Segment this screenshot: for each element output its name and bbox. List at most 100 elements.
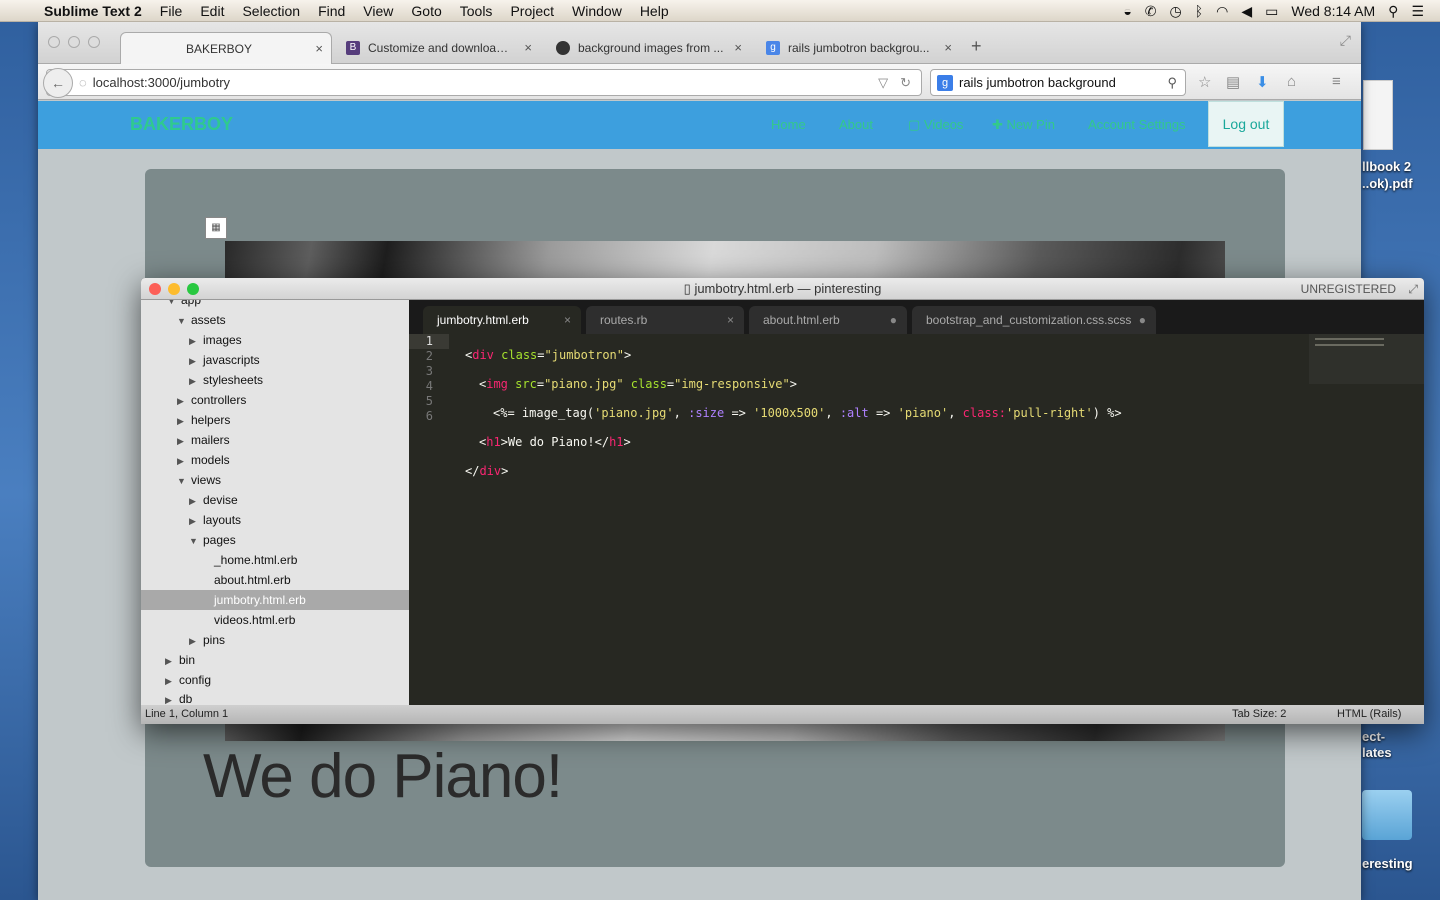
- bookmark-star-icon[interactable]: ☆: [1198, 73, 1211, 91]
- logout-button[interactable]: Log out: [1208, 101, 1284, 147]
- sublime-close-button[interactable]: [149, 283, 161, 295]
- back-arrow-icon[interactable]: ←: [43, 67, 73, 98]
- close-tab-icon[interactable]: ×: [524, 40, 532, 55]
- tree-item-bin[interactable]: ▶ bin: [141, 650, 409, 670]
- close-window-button[interactable]: [48, 36, 60, 48]
- desktop-label-templates[interactable]: ect-: [1362, 729, 1385, 744]
- sublime-minimize-button[interactable]: [168, 283, 180, 295]
- notification-center-icon[interactable]: ☰: [1411, 3, 1424, 20]
- menu-app-name[interactable]: Sublime Text 2: [40, 3, 151, 19]
- close-tab-icon[interactable]: ×: [315, 41, 323, 56]
- bookmarks-menu-icon[interactable]: ▤: [1226, 73, 1240, 91]
- tree-item-javascripts[interactable]: ▶ javascripts: [141, 350, 409, 370]
- close-tab-icon[interactable]: ×: [727, 306, 734, 334]
- site-identity-icon[interactable]: ◌: [79, 75, 87, 90]
- clock[interactable]: Wed 8:14 AM: [1291, 3, 1375, 19]
- tree-item-videos-file[interactable]: videos.html.erb: [141, 610, 409, 630]
- battery-icon[interactable]: ▭: [1265, 3, 1278, 20]
- reload-icon[interactable]: ↻: [900, 75, 911, 91]
- editor-tab-about[interactable]: about.html.erb ●: [749, 306, 907, 334]
- spotlight-icon[interactable]: ⚲: [1388, 3, 1398, 20]
- close-tab-icon[interactable]: ×: [944, 40, 952, 55]
- menu-help[interactable]: Help: [631, 3, 678, 19]
- browser-tab-bootstrap[interactable]: B Customize and download ... ×: [334, 32, 540, 64]
- menu-window[interactable]: Window: [563, 3, 631, 19]
- menu-selection[interactable]: Selection: [233, 3, 309, 19]
- tree-item-views[interactable]: ▼ views: [141, 470, 409, 490]
- desktop-label-pdf[interactable]: llbook 2: [1362, 159, 1411, 174]
- unsaved-dot-icon[interactable]: ●: [890, 306, 897, 334]
- wifi-icon[interactable]: ◠: [1216, 3, 1228, 20]
- tree-item-db[interactable]: ▶ db: [141, 689, 409, 705]
- tree-item-models[interactable]: ▶ models: [141, 450, 409, 470]
- close-tab-icon[interactable]: ×: [734, 40, 742, 55]
- search-bar[interactable]: g rails jumbotron background ⚲: [930, 69, 1186, 96]
- tree-item-helpers[interactable]: ▶ helpers: [141, 410, 409, 430]
- menu-file[interactable]: File: [151, 3, 192, 19]
- nav-about[interactable]: About: [839, 117, 873, 132]
- new-tab-icon[interactable]: +: [971, 36, 982, 57]
- menu-goto[interactable]: Goto: [402, 3, 450, 19]
- menu-edit[interactable]: Edit: [191, 3, 233, 19]
- url-text[interactable]: localhost:3000/jumbotry: [93, 75, 878, 90]
- hamburger-menu-icon[interactable]: ≡: [1332, 73, 1341, 90]
- tree-item-jumbotry-file[interactable]: jumbotry.html.erb: [141, 590, 409, 610]
- dropdown-arrow-icon[interactable]: ▽: [878, 75, 888, 91]
- code-editor[interactable]: <div class="jumbotron"> <img src="piano.…: [465, 334, 1122, 536]
- desktop-label-pinteresting[interactable]: eresting: [1362, 856, 1413, 871]
- browser-tab-rails-jumbotron[interactable]: g rails jumbotron backgrou... ×: [754, 32, 960, 64]
- menu-view[interactable]: View: [354, 3, 402, 19]
- time-machine-icon[interactable]: ◷: [1170, 3, 1182, 20]
- tree-item-config[interactable]: ▶ config: [141, 670, 409, 690]
- tree-item-images[interactable]: ▶ images: [141, 330, 409, 350]
- desktop-label-templates-2[interactable]: lates: [1362, 745, 1392, 760]
- sublime-zoom-button[interactable]: [187, 283, 199, 295]
- desktop-label-pdf-2[interactable]: ..ok).pdf: [1362, 176, 1413, 191]
- editor-tab-routes[interactable]: routes.rb ×: [586, 306, 744, 334]
- tree-item-devise[interactable]: ▶ devise: [141, 490, 409, 510]
- pdf-file-icon[interactable]: [1363, 80, 1393, 150]
- nav-videos[interactable]: ▢ Videos: [908, 117, 963, 133]
- browser-tab-bakerboy[interactable]: BAKERBOY ×: [120, 32, 332, 64]
- browser-tab-background-images[interactable]: background images from ... ×: [544, 32, 750, 64]
- minimap[interactable]: [1309, 334, 1424, 384]
- tree-item-home-file[interactable]: _home.html.erb: [141, 550, 409, 570]
- tree-item-app[interactable]: ▼ app: [141, 300, 409, 310]
- url-bar[interactable]: ← ◌ localhost:3000/jumbotry ▽ ↻: [43, 67, 922, 98]
- close-tab-icon[interactable]: ×: [564, 306, 571, 334]
- bluetooth-icon[interactable]: ᛒ: [1195, 3, 1203, 19]
- tree-item-assets[interactable]: ▼ assets: [141, 310, 409, 330]
- tree-item-mailers[interactable]: ▶ mailers: [141, 430, 409, 450]
- nav-home[interactable]: Home: [771, 117, 806, 132]
- tree-item-about-file[interactable]: about.html.erb: [141, 570, 409, 590]
- search-icon[interactable]: ⚲: [1167, 75, 1185, 91]
- volume-icon[interactable]: ◀: [1241, 3, 1252, 20]
- site-brand[interactable]: BAKERBOY: [130, 114, 233, 135]
- unsaved-dot-icon[interactable]: ●: [1139, 306, 1146, 334]
- downloads-icon[interactable]: ⬇: [1256, 73, 1269, 91]
- minimize-window-button[interactable]: [68, 36, 80, 48]
- sublime-fullscreen-icon[interactable]: ⤢: [1408, 278, 1418, 300]
- tab-size-selector[interactable]: Tab Size: 2: [1232, 705, 1286, 724]
- tree-item-pages[interactable]: ▼ pages: [141, 530, 409, 550]
- tree-item-layouts[interactable]: ▶ layouts: [141, 510, 409, 530]
- home-icon[interactable]: ⌂: [1287, 73, 1296, 90]
- tree-item-pins[interactable]: ▶ pins: [141, 630, 409, 650]
- syntax-selector[interactable]: HTML (Rails): [1337, 705, 1401, 724]
- nav-new-pin[interactable]: ✚ New Pin: [992, 117, 1055, 133]
- nav-account-settings[interactable]: Account Settings: [1088, 117, 1186, 132]
- fullscreen-icon[interactable]: ⤢: [1340, 32, 1351, 49]
- app-status-icon[interactable]: ◒: [1123, 3, 1131, 19]
- menu-find[interactable]: Find: [309, 3, 354, 19]
- tree-item-controllers[interactable]: ▶ controllers: [141, 390, 409, 410]
- phone-icon[interactable]: ✆: [1145, 3, 1157, 20]
- zoom-window-button[interactable]: [88, 36, 100, 48]
- editor-tab-jumbotry[interactable]: jumbotry.html.erb ×: [423, 306, 581, 334]
- search-input[interactable]: rails jumbotron background: [959, 75, 1167, 90]
- google-search-icon[interactable]: g: [937, 74, 953, 91]
- menu-project[interactable]: Project: [501, 3, 563, 19]
- folder-icon[interactable]: [1362, 790, 1412, 840]
- tree-item-stylesheets[interactable]: ▶ stylesheets: [141, 370, 409, 390]
- editor-tab-bootstrap-scss[interactable]: bootstrap_and_customization.css.scss ●: [912, 306, 1156, 334]
- menu-tools[interactable]: Tools: [451, 3, 502, 19]
